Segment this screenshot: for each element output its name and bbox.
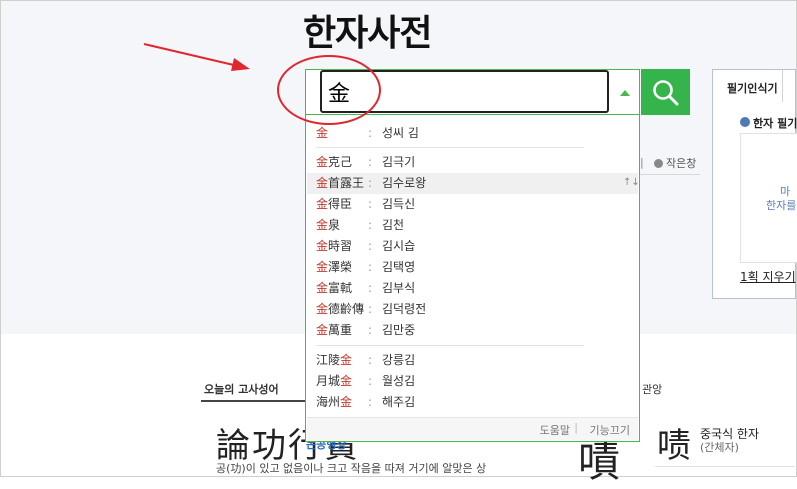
match-highlight: 金 [316, 323, 329, 337]
match-highlight: 金 [316, 302, 329, 316]
canvas-hint: 마 한자를 [766, 185, 796, 213]
suggestion-item[interactable]: 月城金: 월성김 [316, 372, 415, 390]
suggestion-item[interactable]: 江陵金: 강릉김 [316, 351, 415, 369]
suggestion-reading: 김만중 [382, 323, 416, 337]
suggestion-item[interactable]: 金澤榮: 김택영 [316, 258, 415, 276]
annotation-circle [277, 55, 381, 125]
group-divider [316, 147, 584, 148]
suggestion-hanja: 澤榮 [328, 260, 353, 274]
canvas-hint-line-1: 마 [780, 185, 791, 198]
bullet-icon [654, 159, 663, 168]
suggestion-reading: 김수로왕 [382, 176, 427, 190]
suggestion-item[interactable]: 金首露王: 김수로왕 [316, 174, 426, 192]
suggestion-reading: 김득신 [382, 197, 416, 211]
divider-line [640, 174, 700, 175]
handwriting-subtitle: 한자 필기 [753, 117, 797, 130]
autocomplete-dropdown: 金: 성씨 김 金克己: 김극기 金首露王: 김수로왕 ↑↓ 金得臣: 김득신 金泉: 김… [305, 114, 640, 442]
match-highlight: 金 [316, 281, 329, 295]
small-window-link[interactable]: 작은창 [654, 155, 696, 171]
suggestion-hanja: 得臣 [328, 197, 353, 211]
triangle-up-icon [620, 90, 630, 96]
suggestion-item[interactable]: 金泉: 김천 [316, 216, 404, 234]
separator: : [368, 302, 373, 316]
separator: : [368, 260, 373, 274]
separator: : [368, 176, 373, 190]
match-highlight: 金 [316, 197, 329, 211]
separator: : [368, 281, 373, 295]
suggestion-reading: 월성김 [382, 374, 416, 388]
turn-off-link[interactable]: 기능끄기 [590, 422, 630, 438]
group-divider [316, 345, 584, 346]
tick-mark: | [640, 156, 644, 169]
suggestion-reading: 해주김 [382, 395, 416, 409]
suggestion-item[interactable]: 金得臣: 김득신 [316, 195, 415, 213]
card-divider [655, 466, 795, 467]
suggestion-hanja: 克己 [328, 155, 353, 169]
match-highlight: 金 [316, 239, 329, 253]
autocomplete-toggle[interactable] [612, 72, 638, 112]
dropdown-footer: 도움말 | 기능끄기 [307, 417, 638, 440]
suggestion-hanja: 泉 [328, 218, 341, 232]
match-highlight: 金 [316, 155, 329, 169]
suggestion-reading: 김극기 [382, 155, 416, 169]
suggestion-reading: 김덕령전 [382, 302, 427, 316]
suggestion-item[interactable]: 海州金: 해주김 [316, 393, 415, 411]
idiom-meaning: 공(功)이 있고 없음이나 크고 작음을 따져 거기에 알맞은 상 [216, 462, 487, 475]
canvas-hint-line-2: 한자를 [766, 199, 797, 212]
suggestion-item[interactable]: 金富軾: 김부식 [316, 279, 415, 297]
simplified-char[interactable]: 啧 [657, 418, 691, 467]
small-window-label: 작은창 [666, 157, 697, 170]
suggestion-item[interactable]: 金時習: 김시습 [316, 237, 415, 255]
match-highlight: 金 [316, 126, 329, 140]
match-highlight: 金 [316, 218, 329, 232]
help-link[interactable]: 도움말 [540, 422, 570, 438]
match-highlight: 金 [316, 260, 329, 274]
separator: : [368, 197, 373, 211]
suggestion-hanja: 海州 [316, 395, 341, 409]
match-highlight: 金 [316, 176, 329, 190]
separator: : [368, 395, 373, 409]
separator: : [368, 155, 373, 169]
suggestion-hanja: 時習 [328, 239, 353, 253]
suggestion-item[interactable]: 金克己: 김극기 [316, 153, 415, 171]
match-highlight: 金 [340, 353, 353, 367]
suggestion-hanja: 月城 [316, 374, 341, 388]
suggestion-reading: 성씨 김 [382, 126, 419, 140]
suggestion-hanja: 首露王 [328, 176, 365, 190]
suggestion-item[interactable]: 金: 성씨 김 [316, 124, 419, 142]
suggestion-reading: 김택영 [382, 260, 416, 274]
suggestion-hanja: 萬重 [328, 323, 353, 337]
clear-stroke-link[interactable]: 1획 지우기 [740, 268, 796, 285]
match-highlight: 金 [340, 374, 353, 388]
suggestion-reading: 김시습 [382, 239, 416, 253]
sort-arrows-icon[interactable]: ↑↓ [623, 177, 640, 188]
bullet-icon [740, 117, 750, 127]
match-highlight: 金 [340, 395, 353, 409]
suggestion-reading: 김천 [382, 218, 405, 232]
suggestion-hanja: 江陵 [316, 353, 341, 367]
page-title: 한자사전 [303, 13, 432, 54]
separator: : [368, 374, 373, 388]
tab-handwriting[interactable]: 필기인식기 [713, 70, 783, 102]
separator: : [368, 239, 373, 253]
separator: : [368, 126, 373, 140]
search-icon [653, 80, 679, 106]
section-label-idiom: 오늘의 고사성어 [204, 383, 279, 396]
suggestion-reading: 김부식 [382, 281, 416, 295]
suggestion-item[interactable]: 金德齡傳: 김덕령전 [316, 300, 426, 318]
suggestion-item[interactable]: 金萬重: 김만중 [316, 321, 415, 339]
suggestion-hanja: 德齡傳 [328, 302, 365, 316]
section-rule [201, 400, 306, 402]
separator: : [368, 218, 373, 232]
section-label-right: 관앙 [642, 383, 663, 396]
search-button[interactable] [641, 69, 690, 115]
simplified-subtitle: (간체자) [700, 441, 739, 454]
separator: : [368, 323, 373, 337]
suggestion-reading: 강릉김 [382, 353, 416, 367]
annotation-arrow-icon [143, 43, 250, 71]
separator: : [368, 353, 373, 367]
footer-divider: | [574, 421, 578, 434]
suggestion-hanja: 富軾 [328, 281, 353, 295]
